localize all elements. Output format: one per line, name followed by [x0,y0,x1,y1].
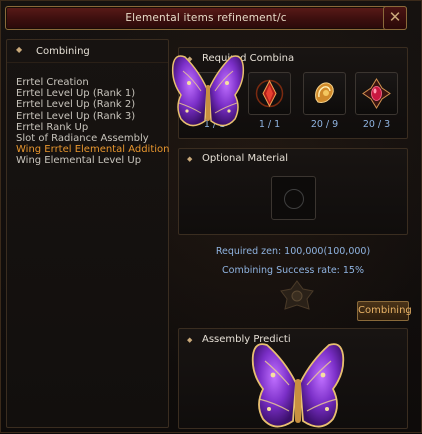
required-slot-4[interactable] [355,72,398,115]
refinement-window: Elemental items refinement/c ✕ ◆ Combini… [0,0,422,433]
required-slot-3[interactable] [303,72,346,115]
menu-item-errtel-level-up-rank1[interactable]: Errtel Level Up (Rank 1) [16,88,170,99]
required-slot-3-count: 20 / 9 [310,119,339,130]
crimson-crest-icon [362,78,391,109]
bullet-icon: ◆ [187,336,193,344]
optional-material-title: Optional Material [202,153,289,164]
close-button[interactable]: ✕ [383,6,407,30]
purple-wing-result-icon [251,343,345,428]
success-rate-text: Combining Success rate: 15% [222,265,364,276]
required-slot-4-count: 20 / 3 [362,119,391,130]
left-panel-header: ◆ Combining [7,40,168,63]
empty-slot-ring-icon [284,189,304,209]
red-errtel-gem-icon [255,79,284,108]
bullet-icon: ◆ [187,155,193,163]
purple-wing-icon [171,55,245,127]
ornament-emblem-icon [280,280,314,310]
golden-jewel-icon [315,82,334,103]
left-panel-title: Combining [36,46,90,57]
combination-list-panel: ◆ Combining Errtel Creation Errtel Level… [6,39,170,428]
menu-item-errtel-rank-up[interactable]: Errtel Rank Up [16,122,170,133]
menu-item-errtel-level-up-rank3[interactable]: Errtel Level Up (Rank 3) [16,111,170,122]
window-title: Elemental items refinement/c [125,12,287,24]
optional-material-section: ◆ Optional Material [178,148,408,235]
menu-item-wing-elemental-level-up[interactable]: Wing Elemental Level Up [16,155,170,166]
menu-item-errtel-creation[interactable]: Errtel Creation [16,77,170,88]
optional-material-slot[interactable] [271,176,316,220]
combination-menu: Errtel Creation Errtel Level Up (Rank 1)… [16,77,170,167]
menu-item-wing-errtel-addition[interactable]: Wing Errtel Elemental Addition [16,144,170,155]
combining-button[interactable]: Combining [357,301,412,321]
required-slot-2[interactable] [248,72,291,115]
menu-item-slot-of-radiance[interactable]: Slot of Radiance Assembly [16,133,170,144]
required-slot-2-count: 1 / 1 [258,119,281,130]
title-bar: Elemental items refinement/c ✕ [5,6,407,30]
required-zen-text: Required zen: 100,000(100,000) [215,246,371,257]
menu-item-errtel-level-up-rank2[interactable]: Errtel Level Up (Rank 2) [16,99,170,110]
diamond-bullet-icon: ◆ [16,45,23,54]
